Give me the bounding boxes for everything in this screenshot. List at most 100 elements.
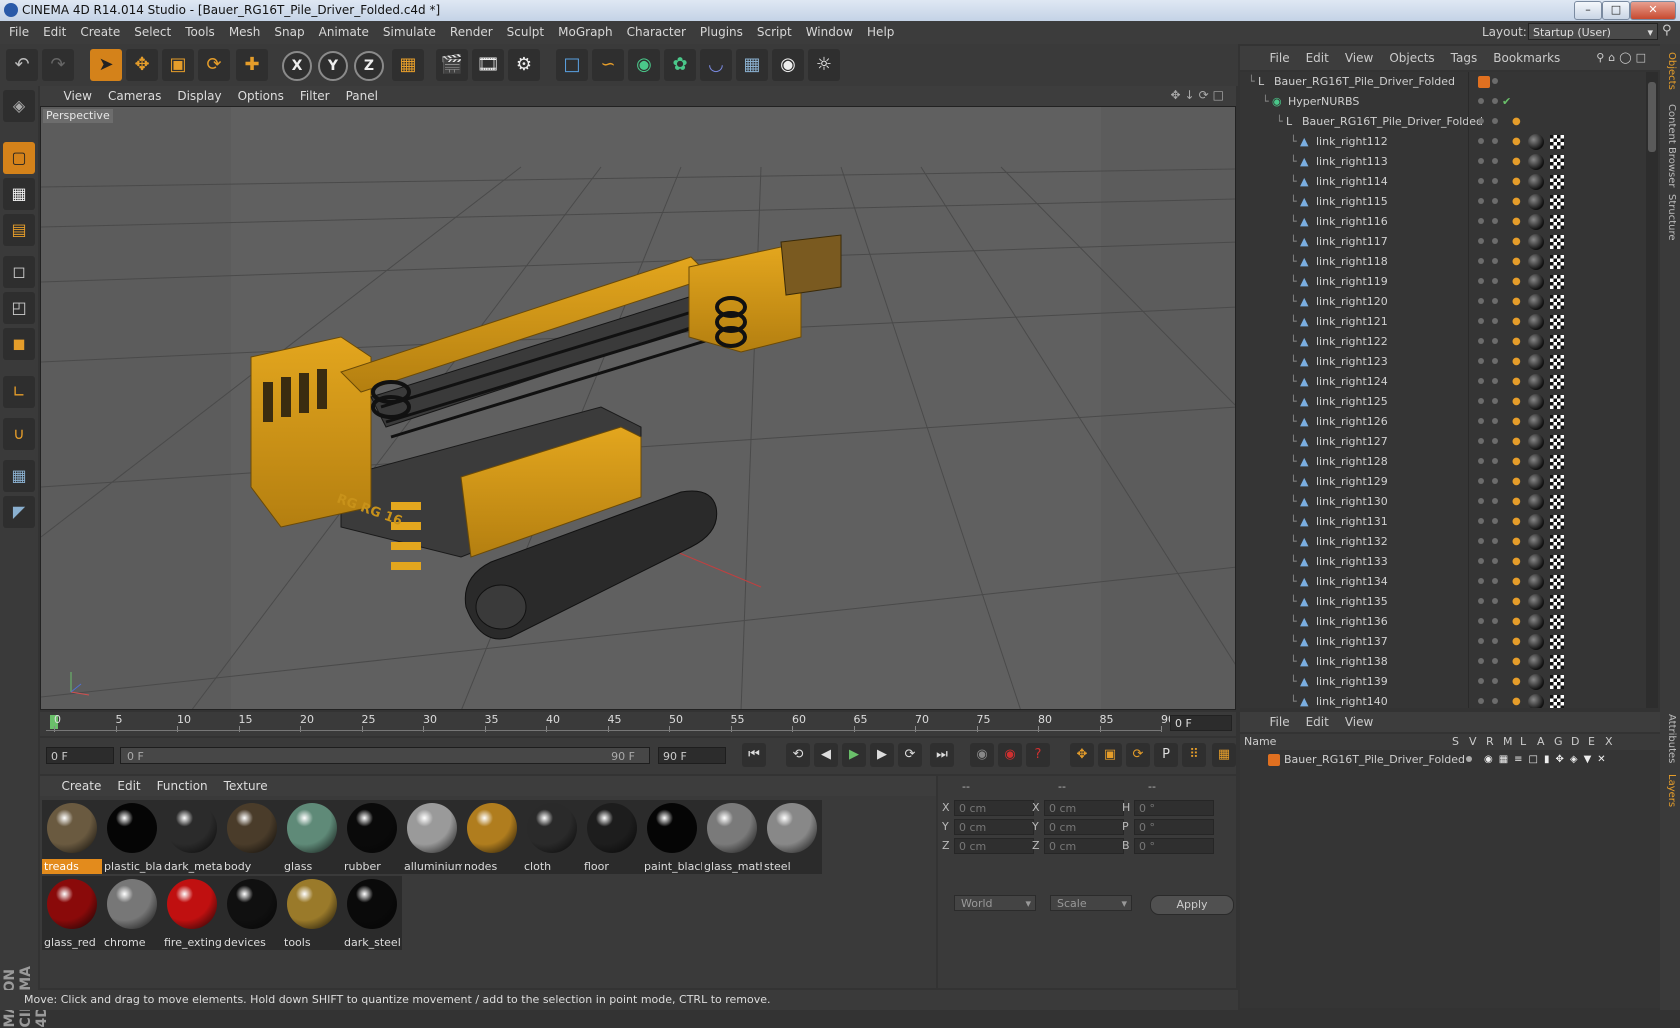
phong-tag-icon[interactable]: ● <box>1512 656 1522 668</box>
uvw-tag-icon[interactable] <box>1550 535 1564 549</box>
editor-visibility-dot[interactable] <box>1478 278 1484 284</box>
material-tag-icon[interactable] <box>1528 374 1544 390</box>
phong-tag-icon[interactable]: ● <box>1512 176 1522 188</box>
editor-visibility-dot[interactable] <box>1478 398 1484 404</box>
editor-visibility-dot[interactable] <box>1478 178 1484 184</box>
render-visibility-dot[interactable] <box>1492 78 1498 84</box>
phong-tag-icon[interactable]: ● <box>1512 216 1522 228</box>
object-row[interactable]: └ ▲ link_right132 ● <box>1240 532 1646 552</box>
material-menu-create[interactable]: Create <box>54 776 110 796</box>
object-row[interactable]: └ L Bauer_RG16T_Pile_Driver_Folded <box>1240 72 1646 92</box>
live-selection-icon[interactable]: ➤ <box>90 49 122 81</box>
material-tag-icon[interactable] <box>1528 214 1544 230</box>
material-tag-icon[interactable] <box>1528 274 1544 290</box>
render-visibility-dot[interactable] <box>1492 138 1498 144</box>
object-menu-view[interactable]: View <box>1337 46 1381 70</box>
material-tag-icon[interactable] <box>1528 574 1544 590</box>
editor-visibility-dot[interactable] <box>1478 358 1484 364</box>
object-row[interactable]: └ ◉ HyperNURBS ✔ <box>1240 92 1646 112</box>
coord-p-field[interactable]: 0 ° <box>1134 819 1214 835</box>
y-axis-lock-icon[interactable]: Y <box>318 51 348 81</box>
nurbs-icon[interactable]: ◉ <box>628 49 660 81</box>
phong-tag-icon[interactable]: ● <box>1512 696 1522 708</box>
render-visibility-dot[interactable] <box>1492 578 1498 584</box>
timeline-ruler[interactable]: 0 5 10 15 20 25 30 35 40 45 50 55 60 65 70 75 80 85 90 0 F <box>40 712 1236 736</box>
coord-x-field[interactable]: 0 cm <box>954 800 1034 816</box>
minimize-button[interactable]: – <box>1574 1 1602 20</box>
coord-y-field[interactable]: 0 cm <box>1044 819 1124 835</box>
material-swatch[interactable]: cloth <box>522 800 582 874</box>
render-visibility-dot[interactable] <box>1492 338 1498 344</box>
material-tag-icon[interactable] <box>1528 154 1544 170</box>
material-swatch[interactable]: glass_math <box>702 800 762 874</box>
object-row[interactable]: └ ▲ link_right113 ● <box>1240 152 1646 172</box>
phong-tag-icon[interactable]: ● <box>1512 416 1522 428</box>
previous-key-icon[interactable]: ⟲ <box>786 743 810 767</box>
editor-visibility-dot[interactable] <box>1478 638 1484 644</box>
tab-objects[interactable]: Objects <box>1663 52 1677 90</box>
editor-visibility-dot[interactable] <box>1478 338 1484 344</box>
texture-mode-icon[interactable]: ▦ <box>3 178 35 210</box>
object-menu-tags[interactable]: Tags <box>1443 46 1486 70</box>
uvw-tag-icon[interactable] <box>1550 135 1564 149</box>
editor-visibility-dot[interactable] <box>1478 218 1484 224</box>
material-tag-icon[interactable] <box>1528 134 1544 150</box>
size-mode-select[interactable]: Scale ▾ <box>1050 895 1132 911</box>
phong-tag-icon[interactable]: ● <box>1512 496 1522 508</box>
render-visibility-dot[interactable] <box>1492 178 1498 184</box>
editor-visibility-dot[interactable] <box>1478 498 1484 504</box>
render-visibility-dot[interactable] <box>1492 198 1498 204</box>
menu-animate[interactable]: Animate <box>312 21 376 44</box>
menu-mograph[interactable]: MoGraph <box>551 21 620 44</box>
material-tag-icon[interactable] <box>1528 194 1544 210</box>
editor-visibility-dot[interactable] <box>1478 558 1484 564</box>
uvw-tag-icon[interactable] <box>1550 155 1564 169</box>
editor-visibility-dot[interactable] <box>1478 578 1484 584</box>
phong-tag-icon[interactable]: ● <box>1512 576 1522 588</box>
snap-magnet-icon[interactable]: ∪ <box>3 418 35 450</box>
edit-render-settings-icon[interactable]: ⚙ <box>508 49 540 81</box>
record-active-objects-icon[interactable]: ◉ <box>970 743 994 767</box>
editor-visibility-dot[interactable] <box>1478 658 1484 664</box>
material-tag-icon[interactable] <box>1528 334 1544 350</box>
layer-menu-edit[interactable]: Edit <box>1298 712 1337 732</box>
phong-tag-icon[interactable]: ● <box>1512 296 1522 308</box>
uvw-tag-icon[interactable] <box>1550 615 1564 629</box>
menu-file[interactable]: File <box>2 21 36 44</box>
render-visibility-dot[interactable] <box>1492 318 1498 324</box>
object-row[interactable]: └ ▲ link_right112 ● <box>1240 132 1646 152</box>
coord-z-field[interactable]: 0 cm <box>1044 838 1124 854</box>
layer-color-swatch[interactable] <box>1268 754 1280 766</box>
material-tag-icon[interactable] <box>1528 434 1544 450</box>
render-visibility-dot[interactable] <box>1492 458 1498 464</box>
editor-visibility-dot[interactable] <box>1478 678 1484 684</box>
material-swatch[interactable]: dark_metal <box>162 800 222 874</box>
menu-mesh[interactable]: Mesh <box>222 21 268 44</box>
record-point-level-icon[interactable]: ⠿ <box>1182 743 1206 767</box>
uvw-tag-icon[interactable] <box>1550 595 1564 609</box>
z-axis-lock-icon[interactable]: Z <box>354 51 384 81</box>
phong-tag-icon[interactable]: ● <box>1512 516 1522 528</box>
scale-icon[interactable]: ▣ <box>162 49 194 81</box>
uvw-tag-icon[interactable] <box>1550 655 1564 669</box>
phong-tag-icon[interactable]: ● <box>1512 156 1522 168</box>
material-swatch[interactable]: tools <box>282 876 342 950</box>
material-tag-icon[interactable] <box>1528 514 1544 530</box>
uvw-tag-icon[interactable] <box>1550 475 1564 489</box>
previous-frame-icon[interactable]: ◀ <box>814 743 838 767</box>
menu-plugins[interactable]: Plugins <box>693 21 750 44</box>
camera-icon[interactable]: ◉ <box>772 49 804 81</box>
object-manager-nav-icons[interactable]: ⚲⌂◯□ <box>1596 46 1650 70</box>
material-swatch[interactable]: rubber <box>342 800 402 874</box>
polygons-mode-icon[interactable]: ◼ <box>3 328 35 360</box>
material-tag-icon[interactable] <box>1528 634 1544 650</box>
tab-attributes[interactable]: Attributes <box>1663 714 1677 763</box>
menu-tools[interactable]: Tools <box>178 21 222 44</box>
object-row[interactable]: └ ▲ link_right114 ● <box>1240 172 1646 192</box>
material-tag-icon[interactable] <box>1528 654 1544 670</box>
phong-tag-icon[interactable]: ● <box>1512 396 1522 408</box>
material-tag-icon[interactable] <box>1528 474 1544 490</box>
editor-visibility-dot[interactable] <box>1478 318 1484 324</box>
material-swatch[interactable]: glass <box>282 800 342 874</box>
phong-tag-icon[interactable]: ● <box>1512 316 1522 328</box>
